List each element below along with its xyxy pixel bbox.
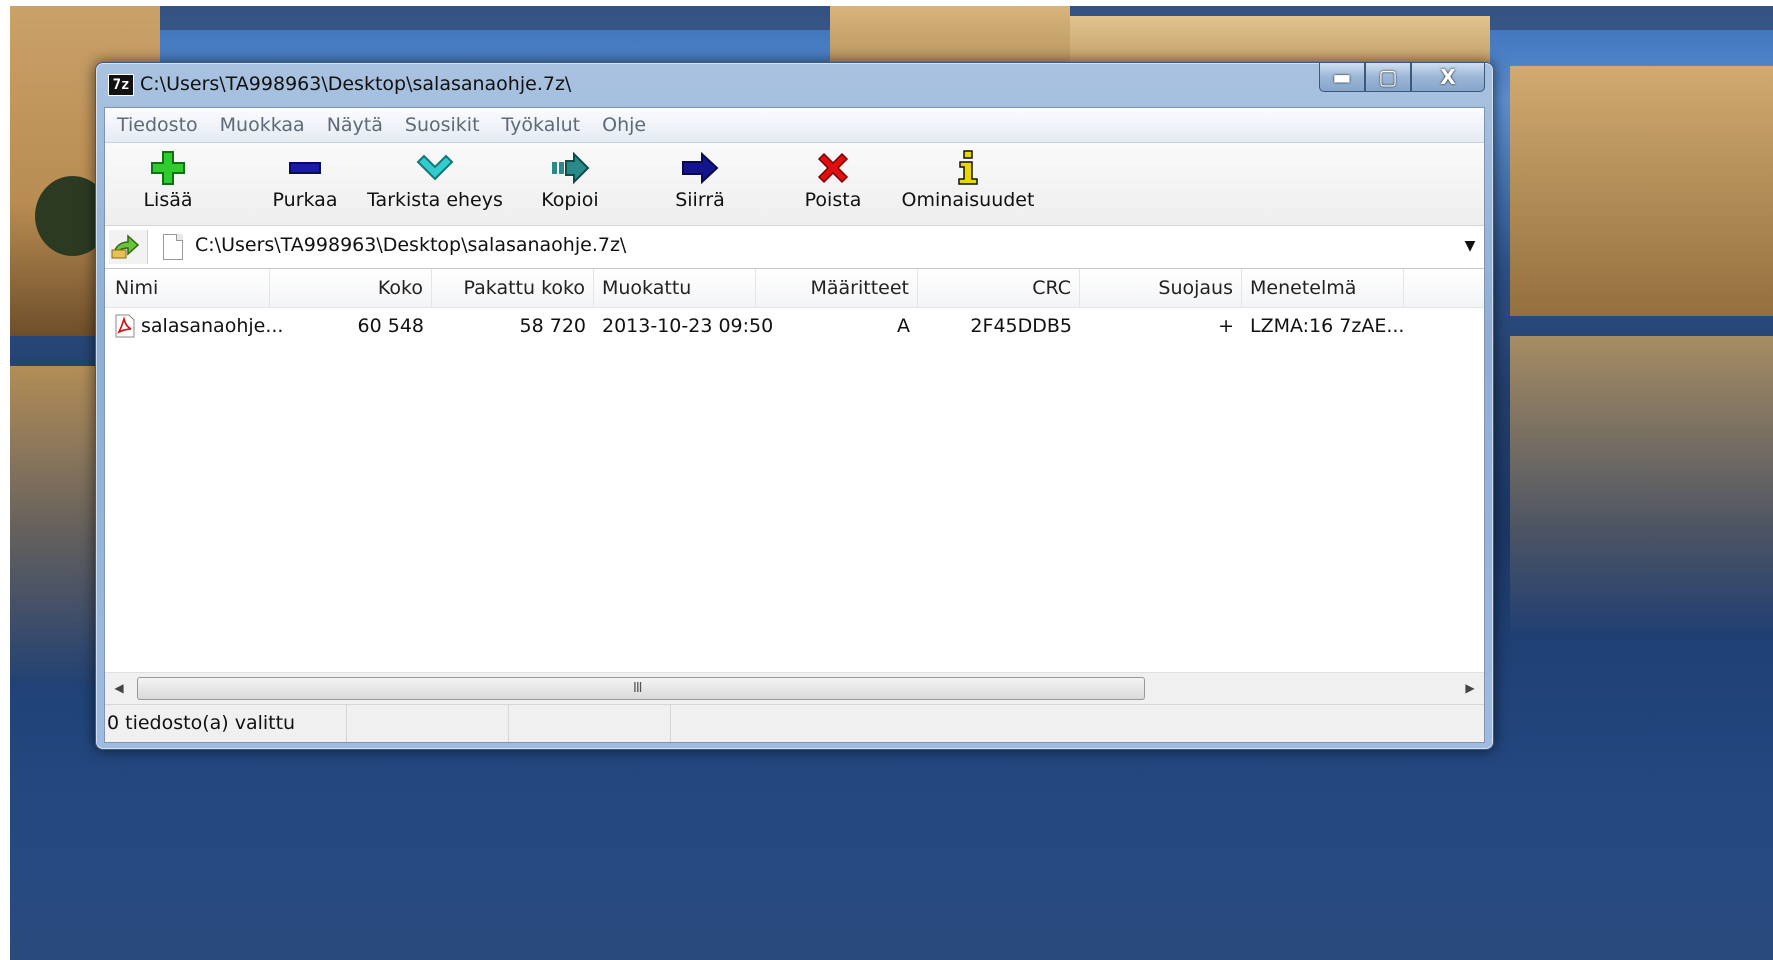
column-header-row: Nimi Koko Pakattu koko Muokattu Määritte…	[105, 269, 1484, 308]
status-bar: 0 tiedosto(a) valittu	[105, 704, 1484, 742]
row-size: 60 548	[357, 315, 424, 337]
address-bar: C:\Users\TA998963\Desktop\salasanaohje.7…	[105, 226, 1484, 269]
delete-x-icon	[817, 152, 849, 184]
column-method[interactable]: Menetelmä	[1242, 269, 1404, 307]
up-arrow-icon	[111, 234, 140, 259]
window-client-area: Tiedosto Muokkaa Näytä Suosikit Työkalut…	[104, 107, 1485, 743]
wallpaper-building	[1510, 66, 1773, 316]
copy-button[interactable]: Kopioi	[530, 147, 610, 211]
column-packed-size[interactable]: Pakattu koko	[432, 269, 594, 307]
checkmark-icon	[416, 154, 454, 181]
file-icon	[163, 234, 183, 260]
address-dropdown-icon[interactable]: ▼	[1460, 234, 1480, 258]
menu-view[interactable]: Näytä	[316, 114, 394, 136]
window-title: C:\Users\TA998963\Desktop\salasanaohje.7…	[140, 73, 572, 95]
menu-tools[interactable]: Työkalut	[491, 114, 592, 136]
column-encrypted[interactable]: Suojaus	[1080, 269, 1242, 307]
menu-bar: Tiedosto Muokkaa Näytä Suosikit Työkalut…	[105, 108, 1484, 143]
up-folder-button[interactable]	[109, 230, 148, 264]
row-attributes: A	[897, 315, 910, 337]
close-button[interactable]: X	[1411, 63, 1485, 92]
window-controls: ▬ ▢ X	[1319, 63, 1485, 93]
menu-favorites[interactable]: Suosikit	[394, 114, 491, 136]
menu-help[interactable]: Ohje	[591, 114, 657, 136]
extract-label: Purkaa	[272, 189, 338, 211]
copy-arrow-icon	[552, 151, 590, 185]
row-method: LZMA:16 7zAE...	[1250, 315, 1405, 337]
scroll-left-icon[interactable]: ◀	[105, 673, 133, 703]
row-encrypted: +	[1218, 315, 1234, 337]
scrollbar-grip: III	[633, 681, 642, 696]
scroll-right-icon[interactable]: ▶	[1456, 673, 1484, 703]
file-list: Nimi Koko Pakattu koko Muokattu Määritte…	[105, 269, 1484, 672]
add-label: Lisää	[143, 189, 193, 211]
column-crc[interactable]: CRC	[918, 269, 1080, 307]
test-button[interactable]: Tarkista eheys	[367, 147, 503, 211]
column-size[interactable]: Koko	[270, 269, 432, 307]
toolbar: Lisää Purkaa Tarkista eheys Kopioi Siirr…	[105, 143, 1484, 226]
7zip-app-icon[interactable]: 7z	[108, 74, 134, 96]
copy-label: Kopioi	[541, 189, 599, 211]
menu-edit[interactable]: Muokkaa	[209, 114, 316, 136]
move-label: Siirrä	[675, 189, 725, 211]
7zip-window: 7z C:\Users\TA998963\Desktop\salasanaohj…	[95, 62, 1494, 750]
row-packed-size: 58 720	[519, 315, 586, 337]
table-row[interactable]: salasanaohje... 60 548 58 720 2013-10-23…	[105, 309, 1484, 343]
info-button[interactable]: Ominaisuudet	[900, 147, 1036, 211]
column-modified[interactable]: Muokattu	[594, 269, 756, 307]
row-modified: 2013-10-23 09:50	[602, 315, 774, 337]
address-path[interactable]: C:\Users\TA998963\Desktop\salasanaohje.7…	[195, 234, 626, 256]
extract-button[interactable]: Purkaa	[265, 147, 345, 211]
scrollbar-thumb[interactable]: III	[137, 677, 1145, 700]
row-crc: 2F45DDB5	[970, 315, 1072, 337]
status-selection: 0 tiedosto(a) valittu	[105, 705, 347, 742]
pdf-file-icon	[115, 314, 135, 338]
status-panel	[347, 705, 509, 742]
delete-button[interactable]: Poista	[798, 147, 868, 211]
minimize-button[interactable]: ▬	[1319, 63, 1365, 92]
column-name[interactable]: Nimi	[105, 269, 270, 307]
info-label: Ominaisuudet	[901, 189, 1035, 211]
add-button[interactable]: Lisää	[133, 147, 203, 211]
minus-icon	[289, 162, 321, 174]
move-button[interactable]: Siirrä	[665, 147, 735, 211]
horizontal-scrollbar[interactable]: ◀ III ▶	[105, 672, 1484, 703]
maximize-button[interactable]: ▢	[1365, 63, 1411, 92]
move-arrow-icon	[682, 151, 719, 185]
test-label: Tarkista eheys	[367, 189, 503, 211]
row-name: salasanaohje...	[141, 315, 284, 337]
delete-label: Poista	[804, 189, 862, 211]
wallpaper-reflection	[1510, 336, 1773, 636]
title-bar[interactable]: 7z C:\Users\TA998963\Desktop\salasanaohj…	[96, 63, 1493, 107]
column-attributes[interactable]: Määritteet	[756, 269, 918, 307]
status-panel	[509, 705, 671, 742]
info-icon	[958, 150, 978, 185]
menu-file[interactable]: Tiedosto	[105, 114, 209, 136]
plus-icon	[151, 151, 185, 185]
